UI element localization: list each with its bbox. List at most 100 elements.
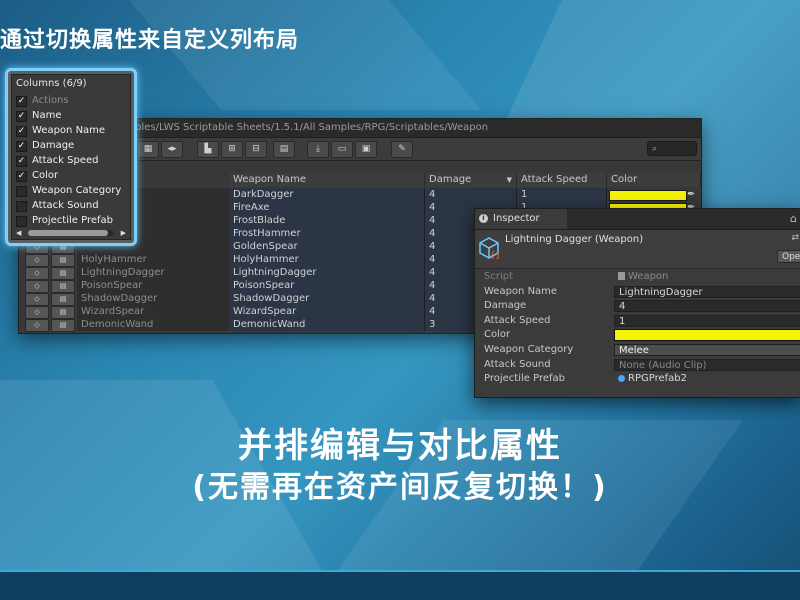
edit-icon[interactable]: ✎ bbox=[391, 141, 413, 158]
checkbox[interactable] bbox=[16, 186, 27, 197]
search-input[interactable]: ⌕ bbox=[647, 141, 697, 156]
prefab-object-field[interactable]: RPGPrefab2 bbox=[614, 373, 800, 385]
column-option[interactable]: ✓ Actions bbox=[16, 94, 134, 108]
column-option-label: Damage bbox=[32, 140, 75, 151]
column-header-color[interactable]: Color bbox=[607, 173, 701, 187]
column-option[interactable]: ✓ Name bbox=[16, 109, 134, 123]
settings-icon[interactable]: ⇄ bbox=[791, 233, 799, 243]
tab-inspector[interactable]: i Inspector bbox=[475, 209, 567, 229]
columns-popup-panel: Columns (6/9) ✓ Actions ✓ Name ✓ Weapon Name ✓… bbox=[11, 74, 131, 240]
color-field[interactable] bbox=[614, 329, 800, 342]
checkbox[interactable]: ✓ bbox=[16, 111, 27, 122]
column-option[interactable]: Weapon Category bbox=[16, 184, 134, 198]
paste-icon[interactable]: ⊟ bbox=[245, 141, 267, 158]
scroll-left-icon[interactable]: ◀ bbox=[16, 229, 21, 237]
column-option-label: Name bbox=[32, 110, 62, 121]
column-option-label: Projectile Prefab bbox=[32, 215, 113, 226]
grid-view-icon[interactable]: ▦ bbox=[137, 141, 159, 158]
select-asset-icon[interactable]: ▤ bbox=[51, 319, 75, 332]
weapon-category-dropdown[interactable]: Melee bbox=[614, 344, 800, 356]
column-option-label: Attack Speed bbox=[32, 155, 99, 166]
inspector-panel: i Inspector ⌂ {} Lightning Dagger (Weapo… bbox=[474, 208, 800, 398]
color-swatch[interactable] bbox=[609, 190, 687, 201]
eyedropper-icon[interactable]: ✒ bbox=[687, 188, 701, 201]
column-option[interactable]: Attack Sound bbox=[16, 199, 134, 213]
text-field[interactable]: LightningDagger bbox=[614, 285, 800, 298]
info-icon: i bbox=[479, 214, 488, 223]
column-option-label: Actions bbox=[32, 95, 69, 106]
object-field[interactable]: None (Audio Clip) bbox=[614, 358, 800, 371]
damage-cell[interactable]: 4 bbox=[425, 188, 517, 201]
checkbox[interactable]: ✓ bbox=[16, 96, 27, 107]
script-icon bbox=[618, 272, 625, 280]
weapon-name-cell[interactable]: LightningDagger bbox=[229, 266, 425, 279]
column-option[interactable]: ✓ Weapon Name bbox=[16, 124, 134, 138]
scroll-track[interactable] bbox=[28, 230, 114, 236]
weapon-name-cell[interactable]: PoisonSpear bbox=[229, 279, 425, 292]
text-field[interactable]: 4 bbox=[614, 300, 800, 313]
column-option[interactable]: ✓ Color bbox=[16, 169, 134, 183]
column-option[interactable]: Projectile Prefab bbox=[16, 214, 134, 228]
script-value: Weapon bbox=[628, 271, 669, 282]
weapon-name-cell[interactable]: DemonicWand bbox=[229, 318, 425, 331]
checkbox[interactable]: ✓ bbox=[16, 141, 27, 152]
asset-name-cell: DemonicWand bbox=[77, 318, 229, 331]
weapon-name-cell[interactable]: FireAxe bbox=[229, 201, 425, 214]
property-row: Damage 4 bbox=[475, 299, 800, 313]
checkbox[interactable] bbox=[16, 216, 27, 227]
prefab-icon bbox=[618, 374, 625, 382]
property-row: Weapon Category Melee bbox=[475, 343, 800, 357]
asset-name-cell: LightningDagger bbox=[77, 266, 229, 279]
property-row: Color bbox=[475, 328, 800, 342]
checkbox[interactable]: ✓ bbox=[16, 156, 27, 167]
checkbox[interactable]: ✓ bbox=[16, 171, 27, 182]
property-label: Script bbox=[484, 271, 514, 282]
weapon-name-cell[interactable]: FrostHammer bbox=[229, 227, 425, 240]
columns-popup: Columns (6/9) ✓ Actions ✓ Name ✓ Weapon Name ✓… bbox=[5, 68, 137, 246]
columns-toggle-icon[interactable]: ◂▸ bbox=[161, 141, 183, 158]
weapon-name-cell[interactable]: WizardSpear bbox=[229, 305, 425, 318]
select-icon[interactable]: ▙ bbox=[197, 141, 219, 158]
columns-scrollbar[interactable]: ◀ ▶ bbox=[16, 229, 126, 237]
download-icon[interactable]: ⤓ bbox=[307, 141, 329, 158]
svg-text:{}: {} bbox=[490, 251, 499, 259]
scriptable-object-icon: {} bbox=[479, 237, 499, 259]
attack-speed-cell[interactable]: 1 bbox=[517, 188, 607, 201]
column-header-damage-label: Damage bbox=[429, 174, 472, 185]
prefab-value: RPGPrefab2 bbox=[628, 373, 687, 385]
weapon-name-cell[interactable]: HolyHammer bbox=[229, 253, 425, 266]
weapon-name-cell[interactable]: GoldenSpear bbox=[229, 240, 425, 253]
property-row: Attack Sound None (Audio Clip) bbox=[475, 358, 800, 372]
scroll-right-icon[interactable]: ▶ bbox=[121, 229, 126, 237]
weapon-name-cell[interactable]: FrostBlade bbox=[229, 214, 425, 227]
stack-icon[interactable]: ▤ bbox=[273, 141, 295, 158]
open-button[interactable]: Ope bbox=[777, 250, 800, 263]
column-header-weapon-name[interactable]: Weapon Name bbox=[229, 173, 425, 187]
column-option[interactable]: ✓ Damage bbox=[16, 139, 134, 153]
caption-line-2: (无需再在资产间反复切换！) bbox=[192, 470, 608, 505]
property-label: Attack Speed bbox=[484, 314, 551, 326]
weapon-name-cell[interactable]: ShadowDagger bbox=[229, 292, 425, 305]
search-icon: ⌕ bbox=[652, 144, 658, 154]
weapon-name-cell[interactable]: DarkDagger bbox=[229, 188, 425, 201]
copy-icon[interactable]: ⊞ bbox=[221, 141, 243, 158]
ping-asset-icon[interactable]: ◇ bbox=[25, 319, 49, 332]
checkbox[interactable]: ✓ bbox=[16, 126, 27, 137]
bottom-band-line bbox=[0, 570, 800, 572]
column-option-label: Attack Sound bbox=[32, 200, 99, 211]
property-label: Damage bbox=[484, 300, 527, 312]
inspector-header: {} Lightning Dagger (Weapon) ⇄ Ope bbox=[475, 230, 800, 269]
property-row: Script Weapon bbox=[475, 270, 800, 284]
asset-name-cell: PoisonSpear bbox=[77, 279, 229, 292]
scroll-thumb[interactable] bbox=[28, 230, 108, 236]
column-option-label: Weapon Name bbox=[32, 125, 106, 136]
checkbox[interactable] bbox=[16, 201, 27, 212]
column-header-attack-speed[interactable]: Attack Speed bbox=[517, 173, 607, 187]
save-icon[interactable]: ▣ bbox=[355, 141, 377, 158]
lock-icon[interactable]: ⌂ bbox=[790, 212, 797, 225]
property-row: Weapon Name LightningDagger bbox=[475, 285, 800, 299]
folder-icon[interactable]: ▭ bbox=[331, 141, 353, 158]
column-option[interactable]: ✓ Attack Speed bbox=[16, 154, 134, 168]
column-header-damage[interactable]: Damage ▼ bbox=[425, 173, 517, 187]
text-field[interactable]: 1 bbox=[614, 314, 800, 327]
